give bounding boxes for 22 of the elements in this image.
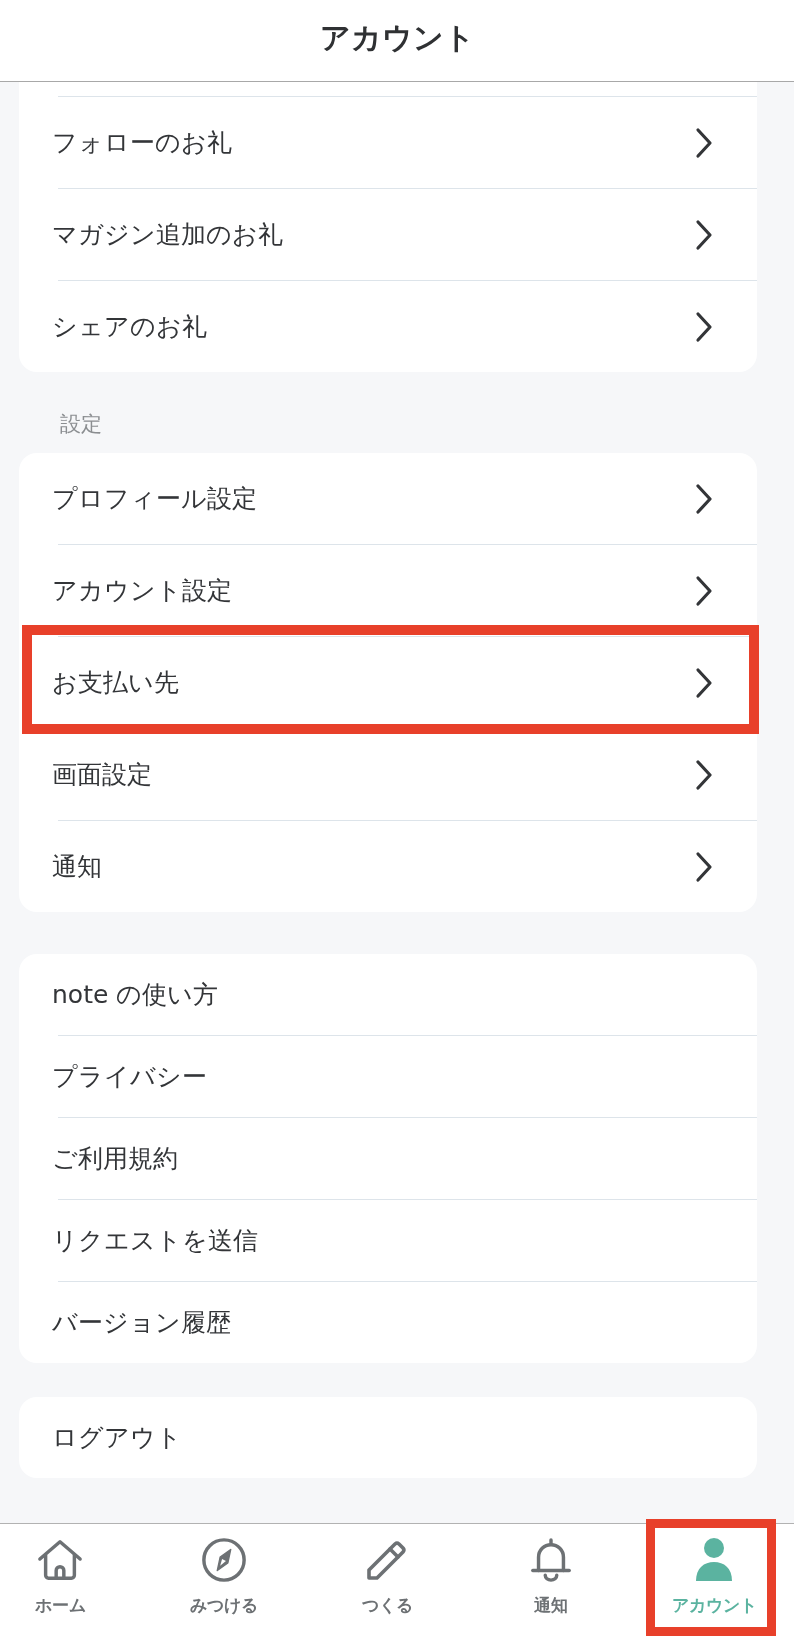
nav-tab[interactable]: ホーム: [5, 1524, 115, 1643]
menu-item[interactable]: プロフィール設定: [19, 453, 757, 544]
menu-item[interactable]: ログアウト: [19, 1397, 757, 1478]
nav-tab[interactable]: つくる: [332, 1524, 442, 1643]
nav-tab[interactable]: みつける: [168, 1524, 279, 1643]
compass-icon: [200, 1537, 247, 1583]
section-heading: 設定: [60, 412, 102, 436]
menu-item[interactable]: 通知: [19, 821, 757, 912]
menu-item[interactable]: シェアのお礼: [19, 281, 757, 372]
menu-item[interactable]: マガジン追加のお礼: [19, 189, 757, 280]
screen-title: アカウント: [319, 19, 475, 56]
menu-item[interactable]: プライバシー: [19, 1036, 757, 1117]
nav-tab[interactable]: 通知: [495, 1524, 606, 1643]
menu-item[interactable]: お支払い先: [19, 637, 757, 728]
menu-item[interactable]: バージョン履歴: [19, 1282, 757, 1363]
menu-item[interactable]: note の使い方: [19, 954, 757, 1035]
home-icon: [37, 1537, 83, 1583]
menu-item[interactable]: リクエストを送信: [19, 1200, 757, 1281]
menu-item[interactable]: 画面設定: [19, 729, 757, 820]
menu-item[interactable]: ご利用規約: [19, 1118, 757, 1199]
menu-item[interactable]: アカウント設定: [19, 545, 757, 636]
menu-item[interactable]: フォローのお礼: [19, 97, 757, 188]
